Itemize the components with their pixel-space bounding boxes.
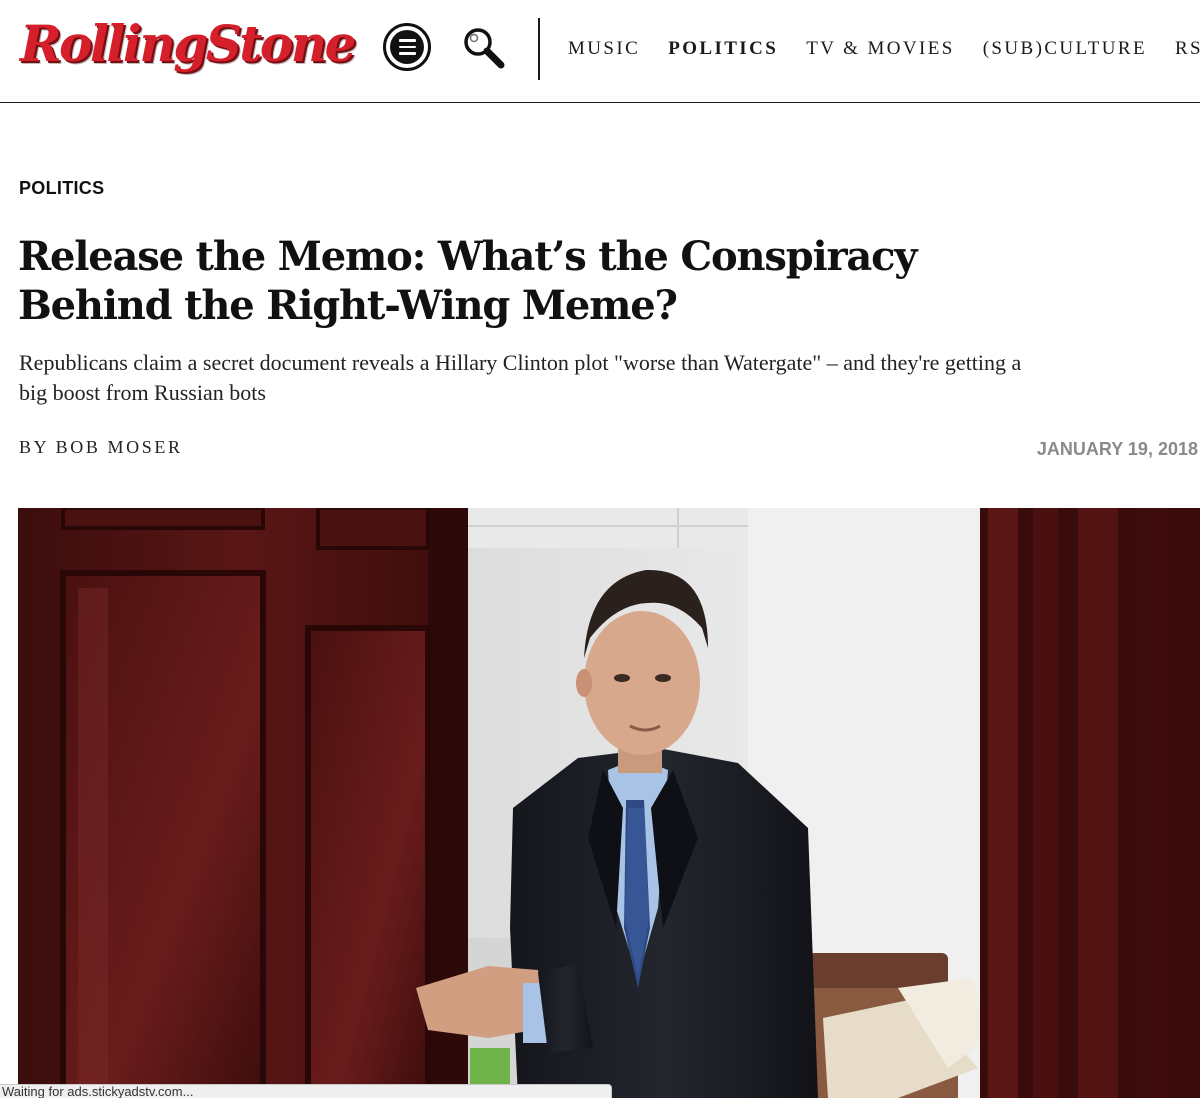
site-header: RollingStone MUSIC POLITICS TV & MOVIES … (0, 0, 1200, 103)
article-category[interactable]: POLITICS (19, 178, 104, 199)
article-dek: Republicans claim a secret document reve… (19, 350, 1022, 405)
hero-photo-illustration (18, 508, 1200, 1098)
header-divider (538, 18, 540, 80)
hamburger-menu-icon (390, 30, 424, 64)
browser-status-bar: Waiting for ads.stickyadstv.com... (0, 1084, 612, 1098)
nav-item-subculture[interactable]: (SUB)CULTURE (983, 36, 1147, 62)
magnifier-icon (464, 28, 505, 69)
nav-item-music[interactable]: MUSIC (568, 36, 640, 62)
article-byline[interactable]: BY BOB MOSER (19, 437, 183, 458)
article-headline: Release the Memo: What’s the Conspiracy … (18, 233, 917, 329)
nav-item-politics[interactable]: POLITICS (668, 36, 778, 62)
article-date: JANUARY 19, 2018 (1036, 439, 1198, 459)
hero-image (18, 508, 1200, 1098)
nav-item-tv-movies[interactable]: TV & MOVIES (806, 36, 955, 62)
nav-item-rs[interactable]: RS (1175, 36, 1200, 62)
search-button[interactable] (459, 25, 507, 73)
main-nav: MUSIC POLITICS TV & MOVIES (SUB)CULTURE … (568, 36, 1200, 62)
menu-button[interactable] (383, 23, 431, 71)
rolling-stone-logo[interactable]: RollingStone (20, 12, 356, 76)
